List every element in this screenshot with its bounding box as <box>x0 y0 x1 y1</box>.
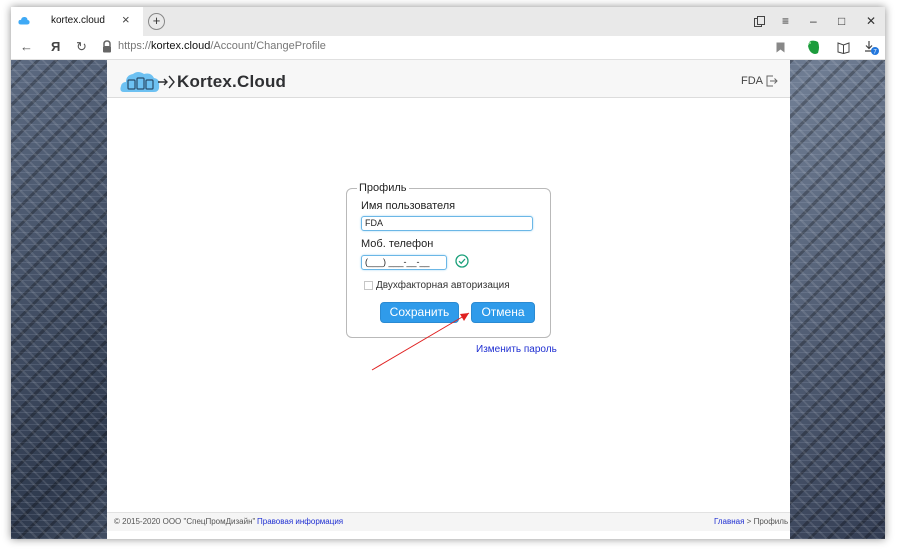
page-content: Kortex.Cloud FDA Профиль Имя пользовател… <box>107 60 790 539</box>
phone-label: Моб. телефон <box>361 238 434 250</box>
new-tab-button[interactable]: + <box>148 13 165 30</box>
menu-icon[interactable]: ≡ <box>782 14 789 28</box>
url-host: kortex.cloud <box>151 40 211 52</box>
minimize-button[interactable]: – <box>810 14 817 28</box>
two-factor-label: Двухфакторная авторизация <box>376 280 510 291</box>
logout-icon[interactable] <box>766 75 778 87</box>
reload-button[interactable]: ↻ <box>76 40 87 54</box>
breadcrumb-home-link[interactable]: Главная <box>714 517 744 526</box>
breadcrumb: Главная > Профиль <box>714 517 788 526</box>
cloud-icon <box>18 16 30 25</box>
address-bar: ← Я ↻ https://kortex.cloud/Account/Chang… <box>11 36 885 60</box>
close-tab-icon[interactable]: × <box>122 13 130 27</box>
username-label: Имя пользователя <box>361 200 456 212</box>
browser-tab[interactable]: kortex.cloud × <box>11 7 143 36</box>
two-factor-checkbox[interactable] <box>364 281 373 290</box>
evernote-icon[interactable] <box>807 40 820 55</box>
current-user[interactable]: FDA <box>741 75 763 87</box>
yandex-home-button[interactable]: Я <box>51 40 60 54</box>
annotation-arrow <box>371 312 470 371</box>
tab-bar: kortex.cloud × + ≡ – □ ✕ <box>11 7 885 36</box>
phone-input[interactable] <box>361 255 447 270</box>
profile-legend: Профиль <box>357 182 409 194</box>
url-field[interactable]: https://kortex.cloud/Account/ChangeProfi… <box>118 40 326 52</box>
username-input[interactable] <box>361 216 533 231</box>
browser-window: kortex.cloud × + ≡ – □ ✕ ← Я ↻ https://k… <box>11 7 885 539</box>
legal-info-link[interactable]: Правовая информация <box>257 517 343 526</box>
close-window-button[interactable]: ✕ <box>866 14 876 28</box>
url-path: /Account/ChangeProfile <box>210 40 326 52</box>
copyright-text: © 2015-2020 ООО "СпецПромДизайн" <box>114 517 256 526</box>
check-circle-icon <box>455 254 469 268</box>
tabs-collection-icon[interactable] <box>754 16 765 27</box>
maximize-button[interactable]: □ <box>838 14 845 28</box>
breadcrumb-current: Профиль <box>753 517 789 526</box>
site-header: Kortex.Cloud FDA <box>107 60 790 98</box>
download-icon[interactable]: 7 <box>864 40 879 55</box>
back-button[interactable]: ← <box>20 40 33 54</box>
site-footer: © 2015-2020 ООО "СпецПромДизайн" Правова… <box>107 512 790 531</box>
bookmark-icon[interactable] <box>776 42 785 53</box>
lock-icon <box>103 40 111 53</box>
breadcrumb-separator: > <box>744 517 754 526</box>
tab-title: kortex.cloud <box>51 15 105 26</box>
cancel-button[interactable]: Отмена <box>471 302 535 323</box>
change-password-link[interactable]: Изменить пароль <box>476 344 557 355</box>
url-scheme: https:// <box>118 40 152 52</box>
site-brand[interactable]: Kortex.Cloud <box>177 72 286 92</box>
page-background: Kortex.Cloud FDA Профиль Имя пользовател… <box>11 60 885 539</box>
reader-icon[interactable] <box>837 41 850 54</box>
